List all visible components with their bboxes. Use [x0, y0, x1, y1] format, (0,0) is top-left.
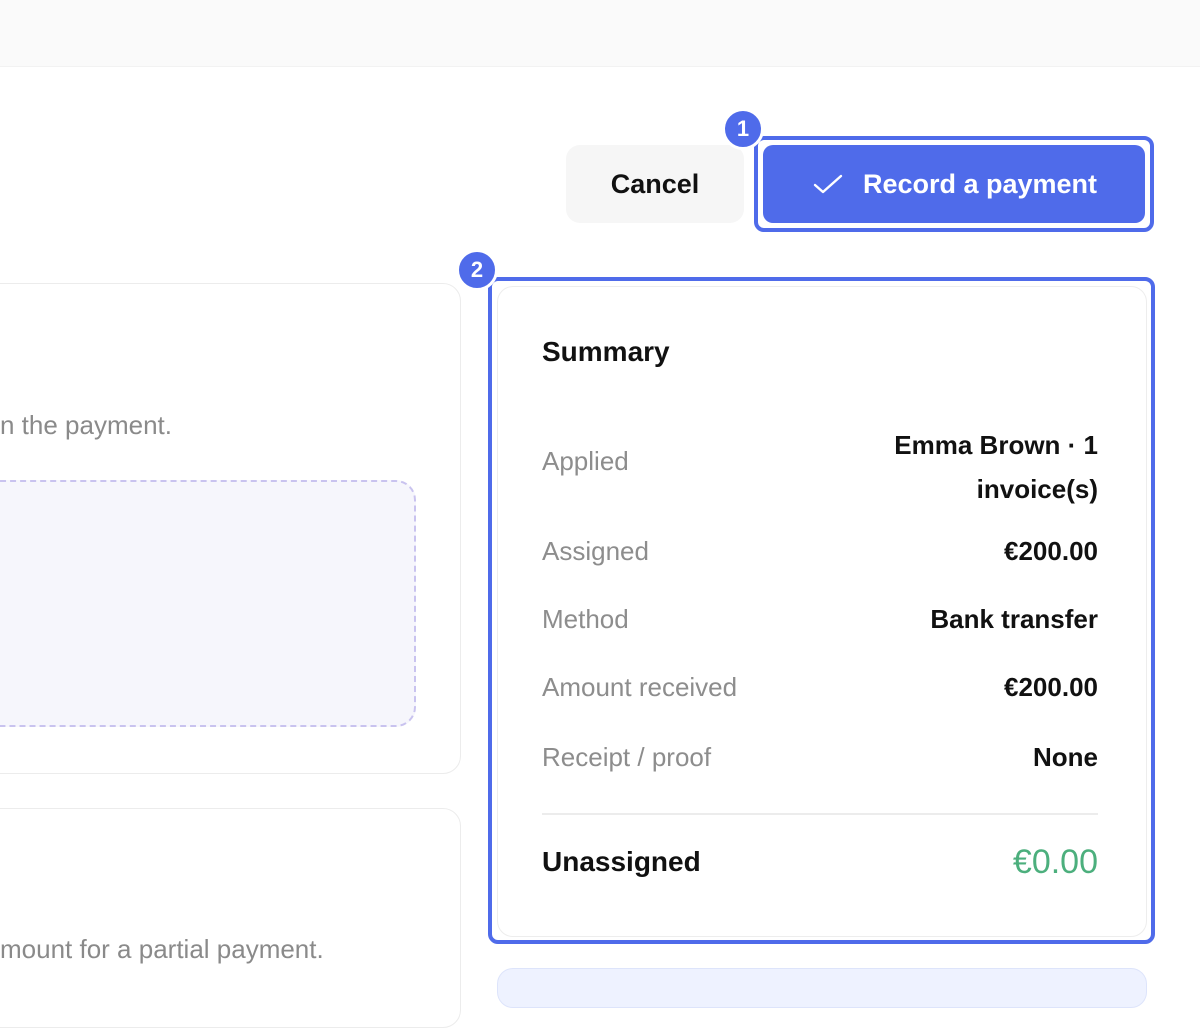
summary-applied-label: Applied — [542, 446, 629, 476]
summary-applied-value: Emma Brown · 1 invoice(s) — [894, 430, 1098, 504]
upload-card-description: n the payment. — [0, 410, 172, 440]
amount-card-description: mount for a partial payment. — [0, 934, 324, 964]
summary-unassigned-label: Unassigned — [542, 846, 701, 877]
info-card — [497, 968, 1147, 1008]
check-icon — [811, 170, 845, 198]
annotation-badge-1: 1 — [722, 108, 764, 150]
summary-amount-received-value: €200.00 — [1004, 672, 1098, 702]
cancel-button[interactable]: Cancel — [566, 145, 744, 223]
summary-receipt-label: Receipt / proof — [542, 742, 712, 772]
annotation-badge-2: 2 — [456, 249, 498, 291]
record-payment-button[interactable]: Record a payment — [763, 145, 1145, 223]
summary-method-label: Method — [542, 604, 629, 634]
cancel-button-label: Cancel — [610, 168, 700, 199]
summary-unassigned-value: €0.00 — [1012, 843, 1098, 881]
summary-receipt-value: None — [1033, 742, 1098, 772]
summary-amount-received-label: Amount received — [542, 672, 738, 702]
summary-title: Summary — [542, 336, 670, 367]
summary-divider — [542, 813, 1098, 815]
record-payment-label: Record a payment — [862, 168, 1098, 199]
summary-assigned-value: €200.00 — [1004, 536, 1098, 566]
amount-card — [0, 808, 461, 1028]
top-bar — [0, 0, 1200, 67]
summary-method-value: Bank transfer — [930, 604, 1098, 634]
summary-assigned-label: Assigned — [542, 536, 649, 566]
receipt-dropzone[interactable] — [0, 480, 416, 727]
